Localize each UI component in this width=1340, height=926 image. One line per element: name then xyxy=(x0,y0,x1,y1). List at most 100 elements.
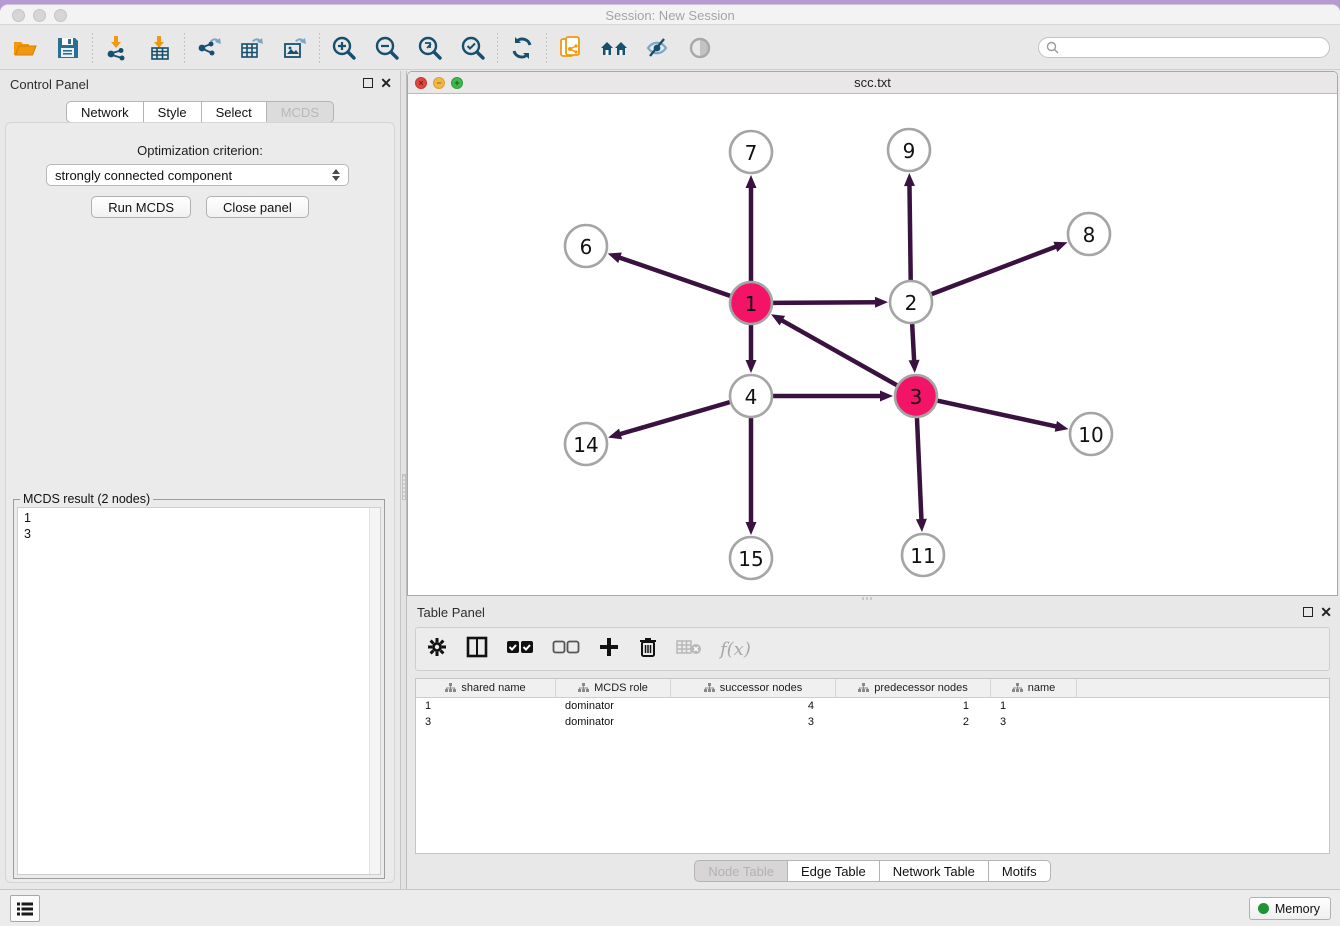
edge-arrowhead xyxy=(746,522,757,535)
first-neighbors-icon[interactable] xyxy=(599,33,629,63)
edge-2-3[interactable] xyxy=(912,324,914,362)
control-tab-network[interactable]: Network xyxy=(66,101,144,123)
column-header-successor-nodes[interactable]: successor nodes xyxy=(671,679,836,697)
table-settings-icon[interactable] xyxy=(426,636,448,663)
export-network-icon[interactable] xyxy=(194,33,224,63)
mcds-panel: Optimization criterion: strongly connect… xyxy=(5,122,395,883)
column-header-name[interactable]: name xyxy=(991,679,1077,697)
deselect-all-icon[interactable] xyxy=(552,639,580,660)
hide-selected-icon[interactable] xyxy=(642,33,672,63)
edge-2-9[interactable] xyxy=(909,184,910,280)
table-cell[interactable]: dominator xyxy=(556,714,671,730)
select-all-icon[interactable] xyxy=(506,639,534,660)
delete-table-icon[interactable] xyxy=(676,638,702,661)
list-icon xyxy=(16,901,34,917)
table-panel-title: Table Panel xyxy=(417,605,485,620)
table-row[interactable]: 1dominator411 xyxy=(416,698,1329,714)
splitter-grip[interactable] xyxy=(402,474,406,500)
export-image-icon[interactable] xyxy=(280,33,310,63)
table-cell[interactable]: 3 xyxy=(991,714,1077,730)
table-cell[interactable]: 2 xyxy=(836,714,991,730)
function-builder-icon[interactable]: f(x) xyxy=(720,639,751,660)
hierarchy-icon xyxy=(858,683,869,693)
edge-3-1[interactable] xyxy=(781,320,897,386)
table-cell[interactable]: 1 xyxy=(416,698,556,714)
table-cell[interactable]: 4 xyxy=(671,698,836,714)
network-canvas[interactable]: 7968124314101511 xyxy=(408,94,1337,595)
table-tab-motifs[interactable]: Motifs xyxy=(989,860,1051,882)
run-mcds-button[interactable]: Run MCDS xyxy=(91,196,191,218)
zoom-in-icon[interactable] xyxy=(329,33,359,63)
task-history-button[interactable] xyxy=(10,895,40,922)
table-cell[interactable]: dominator xyxy=(556,698,671,714)
show-columns-icon[interactable] xyxy=(466,636,488,663)
table-cell[interactable]: 1 xyxy=(836,698,991,714)
graph-node-label: 14 xyxy=(573,433,598,457)
zoom-out-icon[interactable] xyxy=(372,33,402,63)
column-header-predecessor-nodes[interactable]: predecessor nodes xyxy=(836,679,991,697)
edge-1-6[interactable] xyxy=(618,257,730,296)
table-cell[interactable]: 1 xyxy=(991,698,1077,714)
mcds-result-scrollbar[interactable] xyxy=(369,508,380,874)
panel-splitter[interactable] xyxy=(400,71,407,889)
refresh-icon[interactable] xyxy=(507,33,537,63)
control-tab-style[interactable]: Style xyxy=(144,101,202,123)
show-all-icon[interactable] xyxy=(685,33,715,63)
edge-arrowhead xyxy=(746,360,757,373)
search-box[interactable] xyxy=(1038,37,1330,58)
delete-row-icon[interactable] xyxy=(638,636,658,663)
window-title: Session: New Session xyxy=(0,8,1340,23)
hierarchy-icon xyxy=(578,683,589,693)
hierarchy-icon xyxy=(445,683,456,693)
main-toolbar xyxy=(0,26,1340,70)
column-header-shared-name[interactable]: shared name xyxy=(416,679,556,697)
import-table-icon[interactable] xyxy=(145,33,175,63)
graph-node-label: 2 xyxy=(905,291,918,315)
network-graph[interactable]: 7968124314101511 xyxy=(408,94,1337,595)
export-table-icon[interactable] xyxy=(237,33,267,63)
open-session-icon[interactable] xyxy=(10,33,40,63)
control-tab-select[interactable]: Select xyxy=(202,101,267,123)
table-tab-network-table[interactable]: Network Table xyxy=(880,860,989,882)
edge-3-10[interactable] xyxy=(937,401,1057,427)
optimization-criterion-label: Optimization criterion: xyxy=(6,143,394,158)
graph-node-label: 1 xyxy=(745,292,758,316)
table-tab-node-table[interactable]: Node Table xyxy=(694,860,788,882)
graph-node-label: 4 xyxy=(745,385,758,409)
edge-4-14[interactable] xyxy=(619,402,730,434)
table-panel-float-button[interactable] xyxy=(1303,607,1313,617)
table-panel-close-button[interactable]: ✕ xyxy=(1320,606,1332,618)
table-header-row: shared nameMCDS rolesuccessor nodesprede… xyxy=(416,679,1329,698)
clone-network-icon[interactable] xyxy=(556,33,586,63)
select-chevrons-icon xyxy=(332,169,340,181)
zoom-selected-icon[interactable] xyxy=(458,33,488,63)
add-row-icon[interactable] xyxy=(598,636,620,663)
search-input[interactable] xyxy=(1063,41,1322,55)
edge-3-11[interactable] xyxy=(917,418,922,521)
mcds-result-line: 3 xyxy=(24,526,31,542)
edge-arrowhead xyxy=(1055,421,1069,432)
control-tab-mcds[interactable]: MCDS xyxy=(267,101,334,123)
table-tabs: Node TableEdge TableNetwork TableMotifs xyxy=(407,860,1338,882)
edge-arrowhead xyxy=(909,360,920,373)
network-view-title: scc.txt xyxy=(408,75,1337,90)
mcds-result-line: 1 xyxy=(24,510,31,526)
table-cell[interactable]: 3 xyxy=(671,714,836,730)
table-cell[interactable]: 3 xyxy=(416,714,556,730)
optimization-criterion-select[interactable]: strongly connected component xyxy=(46,164,349,186)
control-panel-close-button[interactable]: ✕ xyxy=(380,77,392,89)
column-header-MCDS-role[interactable]: MCDS role xyxy=(556,679,671,697)
zoom-fit-icon[interactable] xyxy=(415,33,445,63)
save-session-icon[interactable] xyxy=(53,33,83,63)
import-network-icon[interactable] xyxy=(102,33,132,63)
table-tab-edge-table[interactable]: Edge Table xyxy=(788,860,880,882)
memory-button[interactable]: Memory xyxy=(1249,897,1331,920)
table-row[interactable]: 3dominator323 xyxy=(416,714,1329,730)
edge-1-2[interactable] xyxy=(773,302,877,303)
control-panel-float-button[interactable] xyxy=(363,78,373,88)
graph-node-label: 8 xyxy=(1083,223,1096,247)
close-panel-button[interactable]: Close panel xyxy=(206,196,309,218)
mcds-result-lines: 13 xyxy=(24,510,31,542)
edge-arrowhead xyxy=(608,429,622,440)
edge-2-8[interactable] xyxy=(932,246,1058,294)
